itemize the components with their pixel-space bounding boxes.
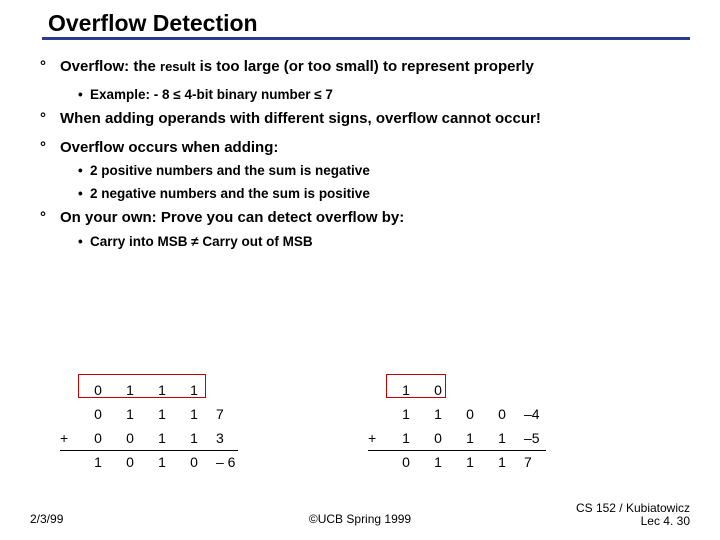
bit: 1 xyxy=(486,426,518,450)
bit: 1 xyxy=(114,402,146,426)
bit: 1 xyxy=(486,450,518,474)
decimal-value: 3 xyxy=(210,426,238,450)
carry-bit: 1 xyxy=(390,378,422,402)
bullet-diff-signs: When adding operands with different sign… xyxy=(40,110,680,129)
footer-course: CS 152 / Kubiatowicz Lec 4. 30 xyxy=(576,502,690,528)
bit: 0 xyxy=(178,450,210,474)
text: is too large (or too small) to represent… xyxy=(195,58,533,75)
operand-b-row: + 1 0 1 1 –5 xyxy=(368,426,546,450)
sum-row: 1 0 1 0 – 6 xyxy=(60,450,238,474)
carry-bit: 0 xyxy=(82,378,114,402)
bit: 1 xyxy=(178,426,210,450)
carry-row: 0 1 1 1 xyxy=(60,378,238,402)
bit: 0 xyxy=(486,402,518,426)
bit: 1 xyxy=(82,450,114,474)
plus-op: + xyxy=(368,426,390,450)
footer-line1: CS 152 / Kubiatowicz xyxy=(576,501,690,515)
bullet-example: Example: - 8 ≤ 4-bit binary number ≤ 7 xyxy=(40,87,680,102)
carry-row: 1 0 xyxy=(368,378,546,402)
bullet-carry-ne: Carry into MSB ≠ Carry out of MSB xyxy=(40,234,680,249)
calc-table-1: 0 1 1 1 0 1 1 1 7 + 0 0 1 1 3 xyxy=(60,378,238,474)
examples-area: 0 1 1 1 0 1 1 1 7 + 0 0 1 1 3 xyxy=(60,378,680,474)
carry-bit: 1 xyxy=(114,378,146,402)
bit: 1 xyxy=(422,450,454,474)
carry-bit: 0 xyxy=(422,378,454,402)
decimal-value: – 6 xyxy=(210,450,238,474)
bit: 0 xyxy=(82,402,114,426)
bit: 0 xyxy=(114,450,146,474)
decimal-value: –4 xyxy=(518,402,546,426)
decimal-value: 7 xyxy=(210,402,238,426)
text-result: result xyxy=(160,59,195,74)
bit: 0 xyxy=(82,426,114,450)
decimal-value: –5 xyxy=(518,426,546,450)
bit: 1 xyxy=(454,426,486,450)
example-2: 1 0 1 1 0 0 –4 + 1 0 1 1 –5 xyxy=(368,378,546,474)
bit: 0 xyxy=(454,402,486,426)
bit: 0 xyxy=(422,426,454,450)
bit: 1 xyxy=(146,402,178,426)
bullet-2neg: 2 negative numbers and the sum is positi… xyxy=(40,186,680,201)
bit: 1 xyxy=(146,450,178,474)
carry-bit: 1 xyxy=(146,378,178,402)
slide-title: Overflow Detection xyxy=(48,10,720,39)
bit: 1 xyxy=(390,402,422,426)
decimal-value: 7 xyxy=(518,450,546,474)
sum-row: 0 1 1 1 7 xyxy=(368,450,546,474)
example-1: 0 1 1 1 0 1 1 1 7 + 0 0 1 1 3 xyxy=(60,378,238,474)
bit: 1 xyxy=(146,426,178,450)
bit: 1 xyxy=(390,426,422,450)
content-area: Overflow: the result is too large (or to… xyxy=(0,40,720,249)
operand-a-row: 0 1 1 1 7 xyxy=(60,402,238,426)
carry-bit: 1 xyxy=(178,378,210,402)
bullet-occurs: Overflow occurs when adding: xyxy=(40,139,680,158)
plus-op: + xyxy=(60,426,82,450)
calc-table-2: 1 0 1 1 0 0 –4 + 1 0 1 1 –5 xyxy=(368,378,546,474)
operand-b-row: + 0 0 1 1 3 xyxy=(60,426,238,450)
footer-line2: Lec 4. 30 xyxy=(641,514,690,528)
bit: 1 xyxy=(454,450,486,474)
bullet-overflow-def: Overflow: the result is too large (or to… xyxy=(40,58,680,77)
bit: 1 xyxy=(178,402,210,426)
bullet-2pos: 2 positive numbers and the sum is negati… xyxy=(40,163,680,178)
text: Overflow: the xyxy=(60,58,160,75)
bit: 1 xyxy=(422,402,454,426)
operand-a-row: 1 1 0 0 –4 xyxy=(368,402,546,426)
bit: 0 xyxy=(114,426,146,450)
bullet-prove: On your own: Prove you can detect overfl… xyxy=(40,209,680,228)
bit: 0 xyxy=(390,450,422,474)
